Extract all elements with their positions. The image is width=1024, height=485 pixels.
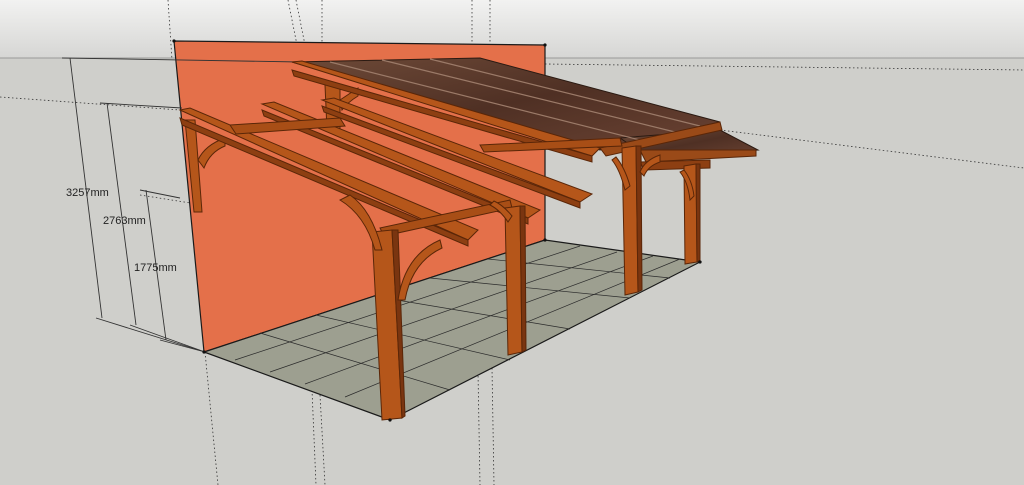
dimension-label-eave-height: 2763mm xyxy=(103,215,146,227)
dimension-label-beam-height: 1775mm xyxy=(134,262,177,274)
post-middle[interactable] xyxy=(504,205,523,356)
dimension-label-total-height: 3257mm xyxy=(66,187,109,199)
3d-viewport[interactable]: 3257mm 2763mm 1775mm xyxy=(0,0,1024,485)
post-right[interactable] xyxy=(621,145,639,296)
pergola-model: 3257mm 2763mm 1775mm xyxy=(0,0,1024,485)
